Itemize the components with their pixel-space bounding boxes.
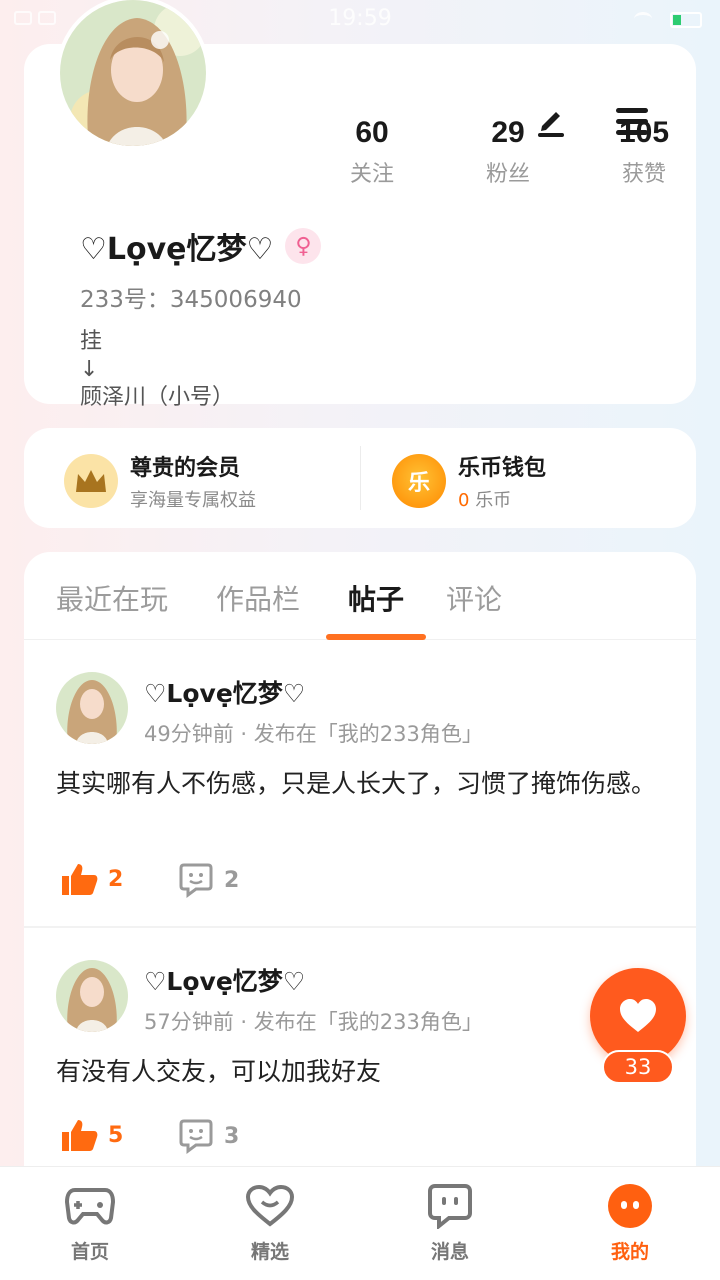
post-item[interactable]: ♡Lọvẹ忆梦♡ 57分钟前 · 发布在「我的233角色」 有没有人交友，可以加…	[24, 928, 696, 1188]
post-meta: 57分钟前 · 发布在「我的233角色」	[144, 1010, 483, 1034]
post-like-button[interactable]: 2	[60, 862, 123, 896]
tab-posts[interactable]: 帖子	[348, 578, 404, 618]
battery-icon	[670, 12, 702, 28]
nav-mine-label: 我的	[610, 1241, 649, 1263]
post-text: 有没有人交友，可以加我好友	[56, 1057, 382, 1086]
wallet-balance: 0 乐币	[458, 486, 546, 512]
post-meta: 49分钟前 · 发布在「我的233角色」	[144, 722, 483, 746]
feed-card: 最近在玩 作品栏 帖子 评论 ♡Lọvẹ忆梦♡ 49分钟前 · 发布在「我的23…	[24, 552, 696, 1212]
coin-icon: 乐	[392, 454, 446, 508]
profile-tabs: 最近在玩 作品栏 帖子 评论	[24, 552, 696, 640]
wifi-icon	[634, 12, 652, 26]
chat-icon	[425, 1181, 475, 1231]
tab-works[interactable]: 作品栏	[216, 578, 300, 618]
nav-home[interactable]: 首页	[30, 1181, 150, 1264]
nav-messages[interactable]: 消息	[390, 1181, 510, 1264]
menu-icon[interactable]	[616, 108, 648, 136]
wallet-amount: 0	[458, 490, 470, 511]
wallet-entry[interactable]: 乐 乐币钱包 0 乐币	[392, 450, 546, 512]
post-like-count: 5	[108, 1122, 124, 1148]
wallet-title: 乐币钱包	[458, 456, 547, 481]
vip-divider	[360, 446, 361, 510]
post-like-button[interactable]: 5	[60, 1118, 123, 1152]
stat-followers-label: 粉丝	[485, 162, 530, 187]
nav-featured-label: 精选	[250, 1241, 289, 1263]
nav-featured[interactable]: 精选	[210, 1181, 330, 1264]
nav-messages-label: 消息	[430, 1241, 469, 1263]
vip-member-subtitle: 享海量专属权益	[130, 490, 256, 511]
post-author-name[interactable]: ♡Lọvẹ忆梦♡	[144, 962, 305, 998]
stat-following[interactable]: 60 关注	[312, 116, 432, 188]
wallet-unit: 乐币	[475, 490, 512, 511]
comment-icon	[179, 863, 213, 898]
thumbs-up-icon	[62, 1120, 98, 1151]
heart-icon	[245, 1181, 295, 1231]
profile-uid: 233号：345006940	[80, 287, 302, 313]
post-author-avatar[interactable]	[56, 672, 128, 744]
edit-icon[interactable]	[534, 104, 568, 138]
post-like-count: 2	[108, 866, 124, 892]
post-comment-button[interactable]: 2	[178, 862, 239, 898]
post-text: 其实哪有人不伤感，只是人长大了，习惯了掩饰伤感。	[56, 769, 657, 798]
post-comment-count: 3	[224, 1123, 240, 1149]
stat-following-label: 关注	[349, 162, 394, 187]
battery-area	[634, 10, 706, 30]
thumbs-up-icon	[62, 864, 98, 895]
post-item[interactable]: ♡Lọvẹ忆梦♡ 49分钟前 · 发布在「我的233角色」 其实哪有人不伤感，只…	[24, 640, 696, 928]
profile-name: ♡Lọvẹ忆梦♡	[80, 232, 274, 267]
crown-icon	[64, 454, 118, 508]
heart-icon	[620, 999, 656, 1032]
tab-comments[interactable]: 评论	[446, 578, 502, 618]
profile-bio: 挂 ↓ 顾泽川（小号）	[80, 329, 235, 410]
nav-home-label: 首页	[70, 1241, 109, 1263]
membership-card: 尊贵的会员 享海量专属权益 乐 乐币钱包 0 乐币	[24, 428, 696, 528]
profile-face-icon	[605, 1181, 655, 1231]
vip-member-title: 尊贵的会员	[130, 456, 241, 481]
post-author-name[interactable]: ♡Lọvẹ忆梦♡	[144, 674, 305, 710]
post-comment-count: 2	[224, 867, 240, 893]
nav-mine[interactable]: 我的	[570, 1181, 690, 1264]
post-author-avatar[interactable]	[56, 960, 128, 1032]
vip-member-entry[interactable]: 尊贵的会员 享海量专属权益	[64, 450, 256, 512]
comment-icon	[179, 1119, 213, 1154]
tab-recently-played[interactable]: 最近在玩	[56, 578, 168, 618]
stat-likes-label: 获赞	[621, 162, 666, 187]
stat-following-count: 60	[355, 116, 389, 149]
floating-like-count: 33	[602, 1050, 674, 1084]
bottom-navigation: 首页 精选 消息 我的	[0, 1166, 720, 1280]
gamepad-icon	[65, 1181, 115, 1231]
avatar[interactable]	[56, 0, 210, 150]
post-comment-button[interactable]: 3	[178, 1118, 239, 1154]
profile-stats: 60 关注 29 粉丝 105 获赞	[324, 116, 714, 196]
profile-name-row: ♡Lọvẹ忆梦♡ ♀	[80, 224, 322, 268]
female-gender-icon: ♀	[285, 228, 322, 264]
